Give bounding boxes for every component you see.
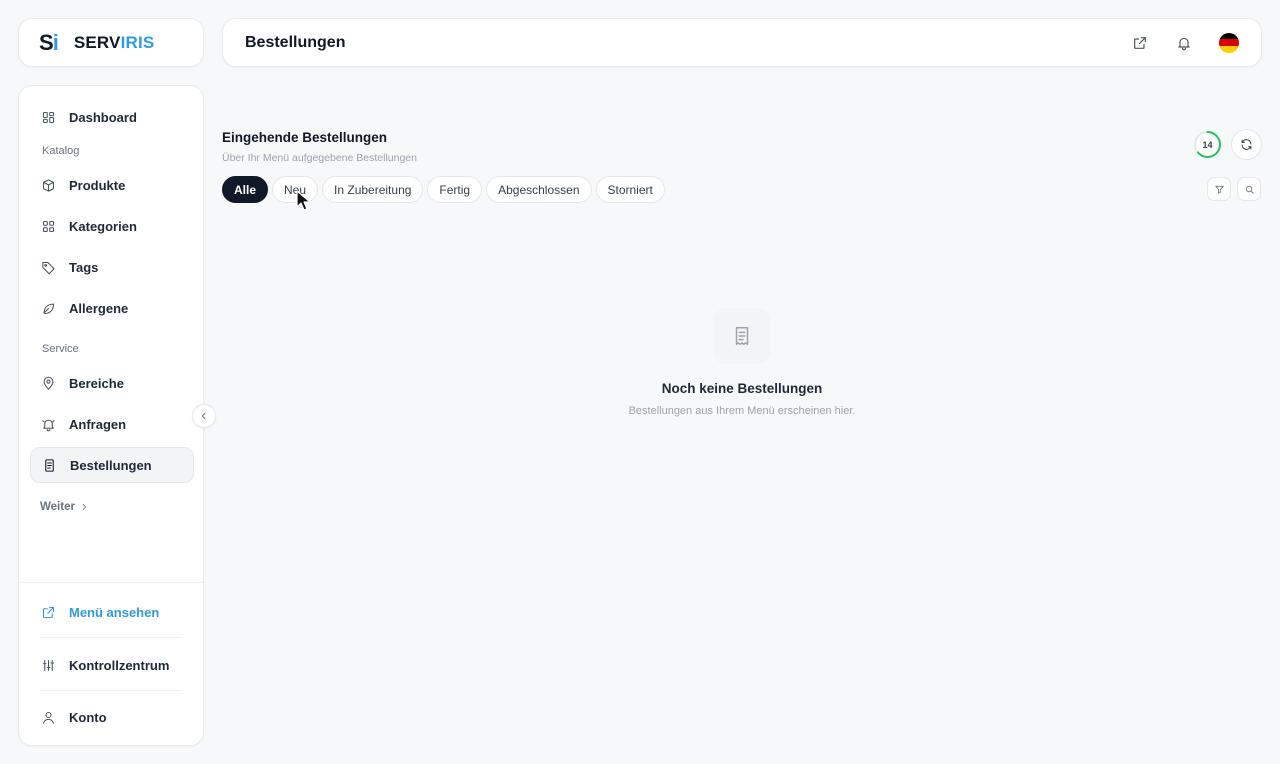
header-actions xyxy=(1107,32,1239,54)
brand-name-part1: SERV xyxy=(73,32,121,52)
filter-button[interactable] xyxy=(1207,177,1231,201)
sidebar-item-label: Tags xyxy=(69,259,99,275)
sidebar-divider xyxy=(40,637,182,638)
order-counter: 14 xyxy=(1193,130,1222,159)
empty-state-subtitle: Bestellungen aus Ihrem Menü erscheinen h… xyxy=(628,405,856,417)
brand-name-part2: IRIS xyxy=(120,32,155,52)
logo-mark-s: S xyxy=(39,29,54,55)
bell-icon xyxy=(40,416,56,432)
sidebar-item-label: Kontrollzentrum xyxy=(69,657,170,673)
sidebar-item-kategorien[interactable]: Kategorien xyxy=(30,208,194,244)
mouse-cursor-icon xyxy=(296,190,311,211)
sidebar-item-dashboard[interactable]: Dashboard xyxy=(30,99,194,135)
receipt-icon xyxy=(41,457,57,473)
logo-mark-i: i xyxy=(52,29,59,55)
receipt-icon xyxy=(735,327,749,345)
logo-mark: Si xyxy=(39,29,59,56)
external-link-icon xyxy=(40,604,56,620)
refresh-button[interactable] xyxy=(1231,129,1262,160)
sidebar-item-kontrollzentrum[interactable]: Kontrollzentrum xyxy=(30,647,194,683)
page-title: Bestellungen xyxy=(245,33,346,51)
sidebar-item-label: Konto xyxy=(69,709,107,725)
chevron-left-icon xyxy=(201,412,206,420)
view-menu-link[interactable]: Menü ansehen xyxy=(30,594,194,630)
sidebar-item-anfragen[interactable]: Anfragen xyxy=(30,406,194,442)
box-icon xyxy=(40,177,56,193)
sidebar-item-bestellungen[interactable]: Bestellungen xyxy=(30,447,194,483)
section-title: Eingehende Bestellungen xyxy=(222,130,388,145)
sidebar-item-allergene[interactable]: Allergene xyxy=(30,290,194,326)
chevron-right-icon xyxy=(82,503,87,511)
status-tabs: Alle Neu In Zubereitung Fertig Abgeschlo… xyxy=(222,176,665,203)
search-button[interactable] xyxy=(1237,177,1261,201)
map-pin-icon xyxy=(40,375,56,391)
sidebar-item-konto[interactable]: Konto xyxy=(30,699,194,735)
more-label: Weiter xyxy=(40,501,75,513)
sidebar-item-label: Anfragen xyxy=(69,416,127,432)
sidebar-divider xyxy=(19,582,203,583)
counter-value: 14 xyxy=(1202,139,1213,150)
top-header: Bestellungen xyxy=(222,18,1262,67)
more-toggle[interactable]: Weiter xyxy=(40,501,89,513)
user-icon xyxy=(40,709,56,725)
brand-name: SERVIRIS xyxy=(74,33,155,53)
sidebar-item-label: Bereiche xyxy=(69,375,124,391)
filter-icon xyxy=(1214,185,1224,194)
logo-card: Si SERVIRIS xyxy=(18,18,204,67)
sidebar-item-label: Bestellungen xyxy=(70,457,152,473)
view-menu-label: Menü ansehen xyxy=(69,604,160,620)
dashboard-icon xyxy=(40,109,56,125)
empty-state-icon xyxy=(714,308,770,364)
leaf-icon xyxy=(40,300,56,316)
search-icon xyxy=(1245,185,1254,194)
refresh-icon xyxy=(1241,139,1252,150)
sidebar-divider xyxy=(40,690,182,691)
tab-in-zubereitung[interactable]: In Zubereitung xyxy=(322,176,424,203)
sidebar-item-label: Dashboard xyxy=(69,109,137,125)
sidebar-item-bereiche[interactable]: Bereiche xyxy=(30,365,194,401)
sidebar-item-label: Kategorien xyxy=(69,218,137,234)
flag-de-icon[interactable] xyxy=(1219,32,1239,53)
section-subtitle: Über Ihr Menü aufgegebene Bestellungen xyxy=(222,152,417,164)
sidebar: Dashboard Katalog Produkte Kategorien Ta… xyxy=(18,85,204,746)
empty-state-title: Noch keine Bestellungen xyxy=(661,381,823,396)
section-label-service: Service xyxy=(42,343,79,355)
sidebar-item-label: Allergene xyxy=(69,300,129,316)
sidebar-item-tags[interactable]: Tags xyxy=(30,249,194,285)
sliders-icon xyxy=(40,657,56,673)
tab-alle[interactable]: Alle xyxy=(222,176,269,203)
collapse-sidebar-button[interactable] xyxy=(192,404,216,428)
tab-storniert[interactable]: Storniert xyxy=(595,176,665,203)
tab-abgeschlossen[interactable]: Abgeschlossen xyxy=(486,176,592,203)
external-link-icon[interactable] xyxy=(1129,32,1151,54)
tag-icon xyxy=(40,259,56,275)
sidebar-item-produkte[interactable]: Produkte xyxy=(30,167,194,203)
tab-fertig[interactable]: Fertig xyxy=(427,176,483,203)
bell-icon[interactable] xyxy=(1173,32,1195,54)
section-label-katalog: Katalog xyxy=(42,145,80,157)
sidebar-item-label: Produkte xyxy=(69,177,126,193)
grid-icon xyxy=(40,218,56,234)
